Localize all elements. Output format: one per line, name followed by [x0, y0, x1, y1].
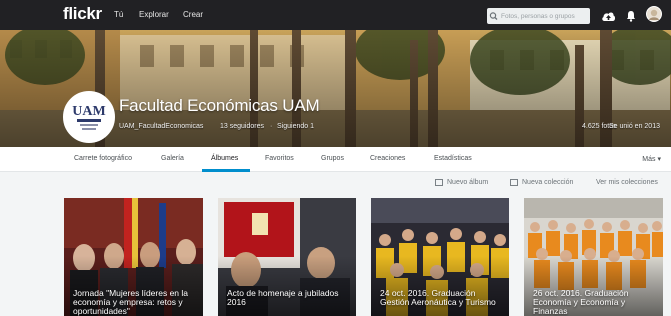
cover-photo: UAM Facultad Económicas UAM UAM_Facultad… — [0, 30, 671, 147]
flickr-logo[interactable]: flickr — [63, 4, 102, 24]
more-menu[interactable]: Más ▾ — [642, 155, 661, 163]
album-title: 26 oct. 2016. Graduación Economía y Econ… — [533, 288, 629, 316]
album-title: Jornada "Mujeres líderes en la economía … — [73, 288, 188, 316]
album-card[interactable]: Jornada "Mujeres líderes en la economía … — [64, 198, 203, 316]
tab-creations[interactable]: Creaciones — [370, 155, 405, 162]
joined-date: Se unió en 2013 — [609, 123, 660, 130]
tab-gallery[interactable]: Galería — [161, 155, 184, 162]
new-album-button[interactable]: Nuevo álbum — [435, 179, 488, 186]
view-collections-link[interactable]: Ver mis colecciones — [596, 179, 658, 186]
tab-camera-roll[interactable]: Carrete fotográfico — [74, 155, 132, 162]
followers-count[interactable]: 13 seguidores — [220, 123, 264, 130]
search-input[interactable]: Fotos, personas o grupos — [501, 13, 575, 20]
avatar-text: UAM — [72, 104, 105, 119]
album-icon — [435, 179, 443, 186]
following-count[interactable]: Siguiendo 1 — [277, 123, 314, 130]
nav-link-explore[interactable]: Explorar — [139, 10, 169, 19]
notifications-bell-icon[interactable] — [626, 9, 636, 27]
tab-groups[interactable]: Grupos — [321, 155, 344, 162]
chevron-down-icon: ▾ — [657, 156, 661, 163]
card-gradient — [218, 256, 356, 316]
upload-cloud-icon[interactable] — [601, 9, 616, 27]
dot-separator: · — [270, 123, 273, 130]
album-title: 24 oct. 2016. Graduación Gestión Aeronáu… — [380, 288, 496, 307]
more-label: Más — [642, 156, 656, 163]
profile-username: UAM_FacultadEconomicas — [119, 123, 204, 130]
album-title: Acto de homenaje a jubilados 2016 — [227, 288, 339, 307]
album-card[interactable]: Acto de homenaje a jubilados 2016 — [218, 198, 356, 316]
top-navigation-bar: flickr Tú Explorar Crear Fotos, personas… — [0, 0, 671, 30]
profile-name: Facultad Económicas UAM — [119, 96, 320, 115]
new-collection-button[interactable]: Nueva colección — [510, 179, 573, 186]
profile-tabs: Carrete fotográfico Galería Álbumes Favo… — [0, 147, 671, 172]
new-album-label: Nuevo álbum — [447, 179, 489, 186]
new-collection-label: Nueva colección — [522, 179, 574, 186]
profile-avatar[interactable]: UAM — [63, 91, 115, 143]
page: flickr Tú Explorar Crear Fotos, personas… — [0, 0, 671, 316]
nav-link-create[interactable]: Crear — [183, 10, 203, 19]
tab-albums[interactable]: Álbumes — [211, 155, 238, 162]
nav-link-you[interactable]: Tú — [114, 10, 123, 19]
view-collections-label: Ver mis colecciones — [596, 179, 658, 186]
album-card[interactable]: 24 oct. 2016. Graduación Gestión Aeronáu… — [371, 198, 509, 316]
collection-icon — [510, 179, 518, 186]
tab-stats[interactable]: Estadísticas — [434, 155, 472, 162]
user-avatar[interactable] — [646, 6, 662, 27]
search-icon — [487, 8, 501, 24]
search-box[interactable]: Fotos, personas o grupos — [487, 8, 590, 24]
active-tab-indicator — [202, 169, 250, 172]
tab-favorites[interactable]: Favoritos — [265, 155, 294, 162]
album-card[interactable]: 26 oct. 2016. Graduación Economía y Econ… — [524, 198, 663, 316]
card-gradient — [371, 256, 509, 316]
